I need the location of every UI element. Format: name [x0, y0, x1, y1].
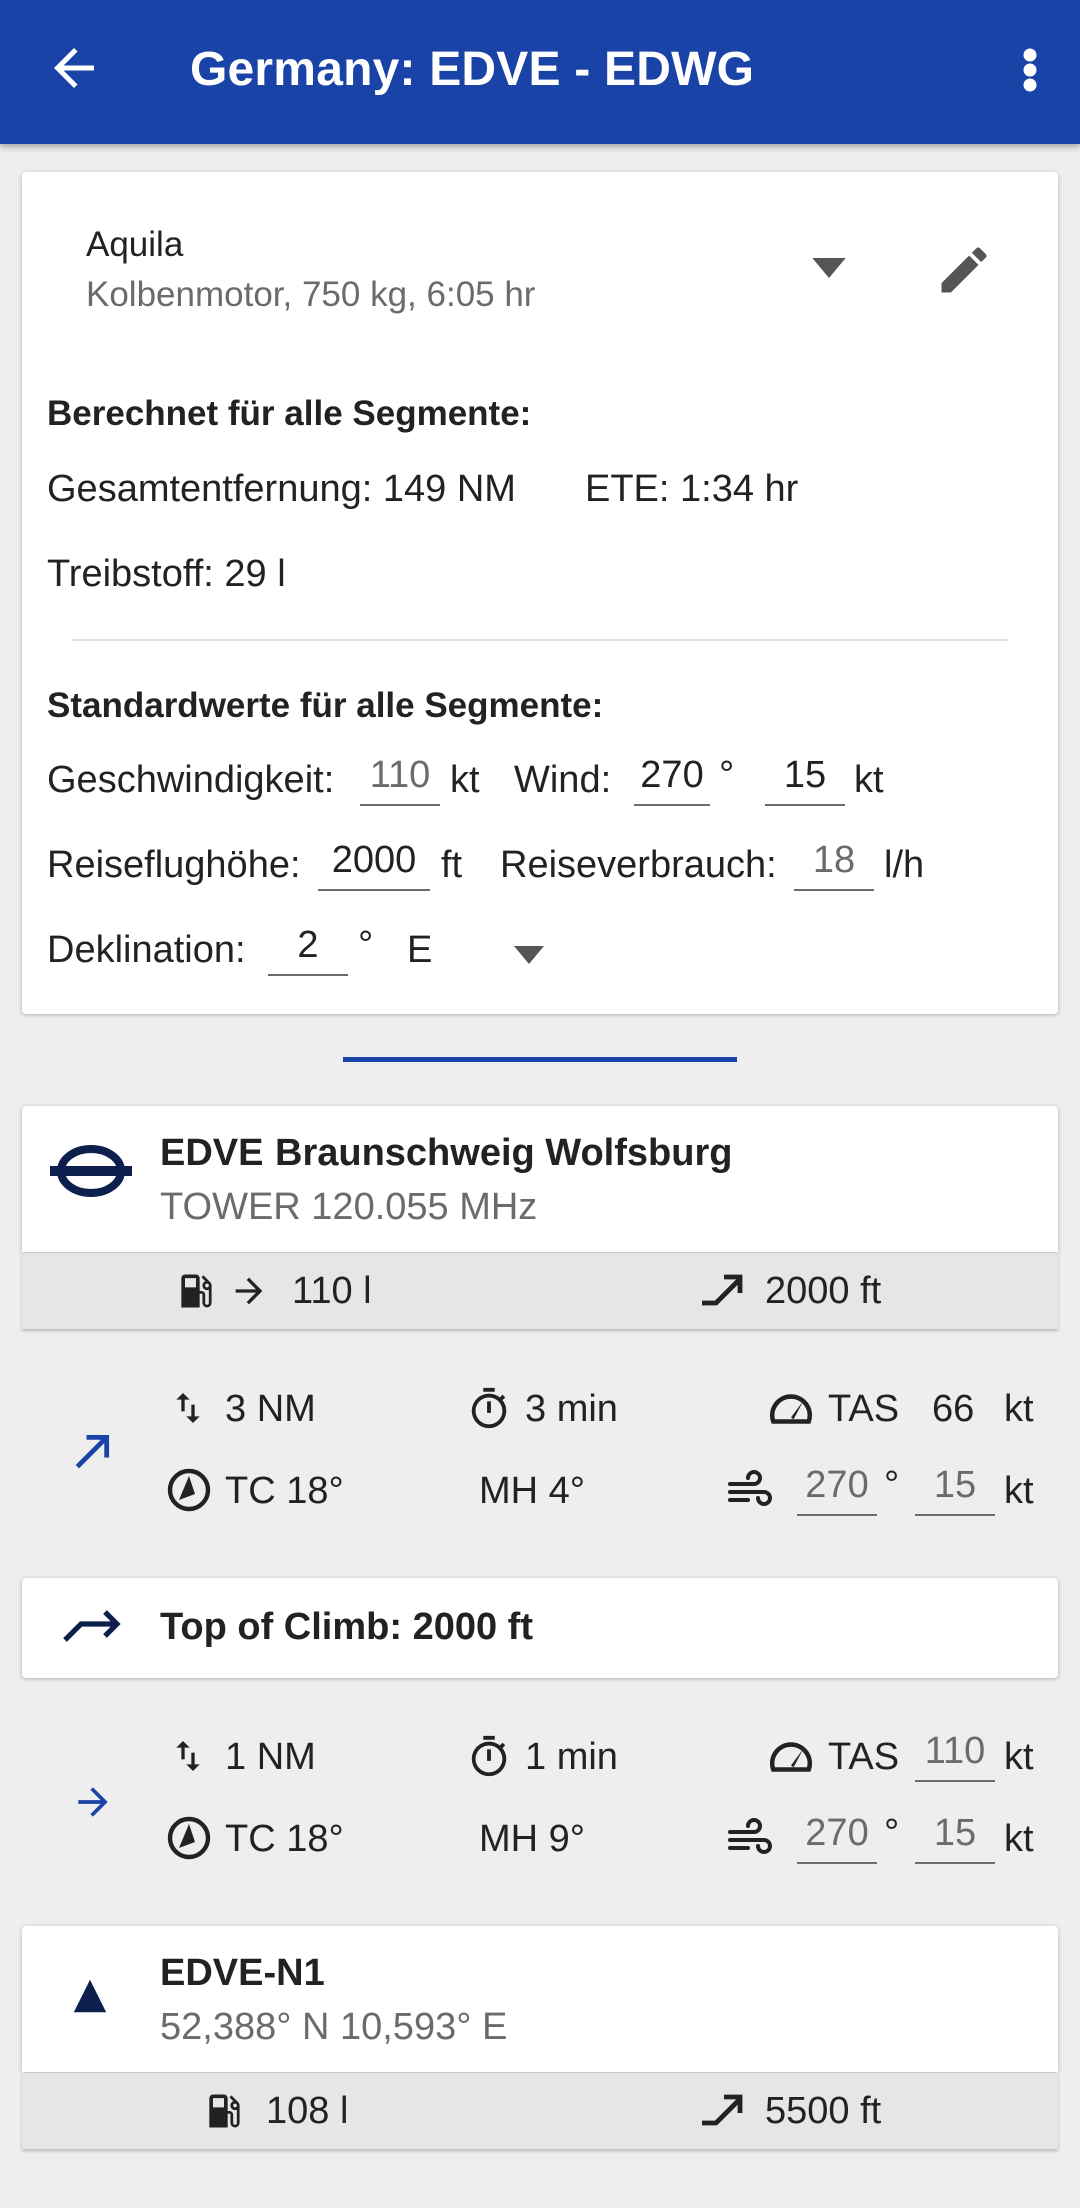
climb-arrow-icon	[698, 2091, 746, 2131]
tas-input[interactable]: 110	[915, 1726, 995, 1782]
more-vert-icon[interactable]	[1010, 40, 1050, 100]
true-course: TC 18°	[225, 1818, 344, 1860]
segment-wind-speed-unit: kt	[1004, 1818, 1034, 1860]
segment-wind-direction-input[interactable]: 270	[797, 1808, 877, 1864]
page-title: Germany: EDVE - EDWG	[190, 43, 755, 96]
tas-value: 66	[932, 1388, 975, 1430]
consumption-input[interactable]: 18	[794, 835, 874, 891]
fuel-pump-icon	[202, 2089, 246, 2133]
waypoint-frequency: TOWER 120.055 MHz	[160, 1186, 538, 1228]
true-course: TC 18°	[225, 1470, 344, 1512]
magnetic-heading: MH 9°	[479, 1818, 585, 1860]
climb-direction-icon	[70, 1430, 114, 1474]
waypoint-card-edve[interactable]: EDVE Braunschweig Wolfsburg TOWER 120.05…	[22, 1106, 1058, 1252]
app-bar: Germany: EDVE - EDWG	[0, 0, 1080, 144]
reporting-point-triangle-icon	[72, 1978, 108, 2014]
altitude-input[interactable]: 2000	[318, 835, 430, 891]
top-of-climb-icon	[60, 1608, 122, 1648]
wind-speed-unit: kt	[854, 759, 884, 801]
speed-unit: kt	[450, 759, 480, 801]
wind-direction-input[interactable]: 270	[634, 750, 710, 806]
arrow-right-icon	[228, 1271, 270, 1311]
waypoint-info-strip: 110 l 2000 ft	[22, 1253, 1058, 1329]
edit-pencil-icon[interactable]	[934, 240, 994, 300]
altitude-unit: ft	[441, 844, 463, 886]
speedometer-icon	[766, 1386, 816, 1432]
consumption-label: Reiseverbrauch:	[500, 844, 777, 886]
fuel-total: Treibstoff: 29 l	[47, 553, 286, 595]
waypoint-code: EDVE	[160, 1132, 264, 1174]
wind-icon	[726, 1468, 774, 1512]
aircraft-details: Kolbenmotor, 750 kg, 6:05 hr	[86, 275, 536, 314]
waypoint-name: Braunschweig Wolfsburg	[275, 1132, 733, 1174]
waypoint-card-edve-n1[interactable]: EDVE-N1 52,388° N 10,593° E	[22, 1926, 1058, 2072]
compass-icon	[165, 1814, 213, 1862]
top-of-climb-card[interactable]: Top of Climb: 2000 ft	[22, 1578, 1058, 1678]
airport-icon	[50, 1140, 132, 1202]
wind-icon	[726, 1816, 774, 1860]
segment-wind-speed-input[interactable]: 15	[915, 1460, 995, 1516]
wind-direction-unit: °	[719, 754, 735, 796]
distance-icon	[168, 1734, 208, 1778]
segment-wind-direction-input[interactable]: 270	[797, 1460, 877, 1516]
aircraft-name: Aquila	[86, 225, 184, 264]
settings-card: Aquila Kolbenmotor, 750 kg, 6:05 hr Bere…	[22, 172, 1058, 1014]
back-arrow-icon[interactable]	[44, 38, 104, 98]
fuel-pump-icon	[174, 1269, 218, 1313]
waypoint-code: EDVE-N1	[160, 1952, 325, 1994]
altitude-label: Reiseflughöhe:	[47, 844, 301, 886]
segment-wind-direction-unit: °	[884, 1464, 900, 1506]
calculated-heading: Berechnet für alle Segmente:	[47, 394, 532, 433]
ete-value: ETE: 1:34 hr	[585, 468, 799, 510]
segment-time: 1 min	[525, 1736, 618, 1778]
stopwatch-icon	[466, 1385, 512, 1433]
climb-arrow-icon	[698, 1271, 746, 1311]
waypoint-info-strip: 108 l 5500 ft	[22, 2073, 1058, 2149]
segment-row-1[interactable]: 3 NM 3 min TAS 66 kt TC 18° MH 4° 270 ° …	[0, 1370, 1080, 1540]
tas-unit: kt	[1004, 1388, 1034, 1430]
top-of-climb-label: Top of Climb: 2000 ft	[160, 1606, 533, 1648]
segment-distance: 1 NM	[225, 1736, 316, 1778]
waypoint-altitude: 5500 ft	[765, 2090, 882, 2132]
compass-icon	[165, 1466, 213, 1514]
fuel-remaining: 108 l	[266, 2090, 349, 2132]
segment-row-2[interactable]: 1 NM 1 min TAS 110 kt TC 18° MH 9° 270 °…	[0, 1718, 1080, 1888]
declination-input[interactable]: 2	[268, 920, 348, 976]
tas-unit: kt	[1004, 1736, 1034, 1778]
magnetic-heading: MH 4°	[479, 1470, 585, 1512]
wind-label: Wind:	[514, 759, 612, 801]
speedometer-icon	[766, 1734, 816, 1780]
declination-unit: °	[358, 924, 374, 966]
declination-label: Deklination:	[47, 929, 246, 971]
drag-handle[interactable]	[343, 1057, 737, 1062]
distance-icon	[168, 1386, 208, 1430]
waypoint-coordinates: 52,388° N 10,593° E	[160, 2006, 508, 2048]
consumption-unit: l/h	[884, 844, 925, 886]
waypoint-altitude: 2000 ft	[765, 1270, 882, 1312]
total-distance: Gesamtentfernung: 149 NM	[47, 468, 516, 510]
wind-speed-input[interactable]: 15	[765, 750, 845, 806]
tas-label: TAS	[828, 1388, 900, 1430]
aircraft-dropdown-arrow-icon[interactable]	[812, 258, 846, 278]
segment-time: 3 min	[525, 1388, 618, 1430]
speed-label: Geschwindigkeit:	[47, 759, 335, 801]
segment-wind-speed-input[interactable]: 15	[915, 1808, 995, 1864]
tas-label: TAS	[828, 1736, 900, 1778]
segment-wind-speed-unit: kt	[1004, 1470, 1034, 1512]
declination-direction[interactable]: E	[407, 929, 432, 972]
defaults-heading: Standardwerte für alle Segmente:	[47, 686, 604, 725]
level-direction-icon	[68, 1780, 118, 1824]
divider	[72, 639, 1008, 641]
segment-distance: 3 NM	[225, 1388, 316, 1430]
speed-input[interactable]: 110	[360, 750, 440, 806]
stopwatch-icon	[466, 1733, 512, 1781]
declination-dropdown-arrow-icon[interactable]	[514, 946, 544, 964]
segment-wind-direction-unit: °	[884, 1812, 900, 1854]
fuel-remaining: 110 l	[292, 1270, 372, 1312]
